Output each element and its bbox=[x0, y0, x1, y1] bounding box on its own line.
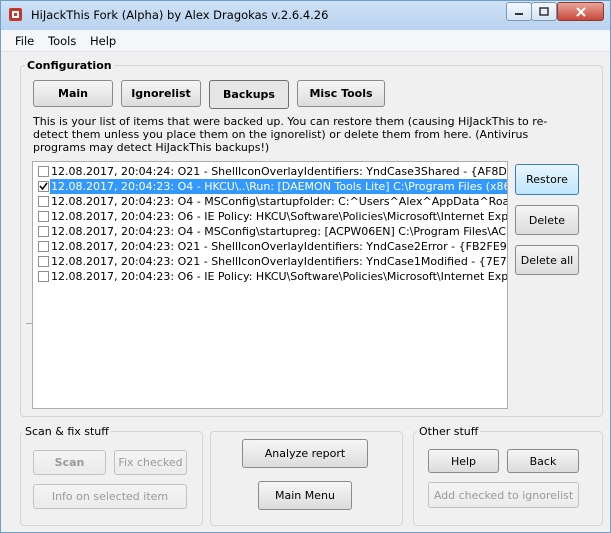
menu-bar: File Tools Help bbox=[1, 30, 610, 52]
list-item[interactable]: 12.08.2017, 20:04:23: O4 - MSConfig\star… bbox=[33, 194, 507, 209]
splitter-handle[interactable] bbox=[26, 323, 32, 324]
delete-all-button[interactable]: Delete all bbox=[515, 245, 579, 275]
scan-fix-label: Scan & fix stuff bbox=[23, 425, 111, 438]
close-icon bbox=[575, 6, 586, 17]
checkbox[interactable] bbox=[38, 271, 49, 282]
minimize-button[interactable] bbox=[506, 2, 532, 21]
delete-button[interactable]: Delete bbox=[515, 205, 579, 235]
backups-list[interactable]: 12.08.2017, 20:04:24: O21 - ShellIconOve… bbox=[32, 161, 508, 409]
main-menu-button[interactable]: Main Menu bbox=[258, 481, 352, 510]
restore-button[interactable]: Restore bbox=[515, 164, 579, 195]
list-item[interactable]: 12.08.2017, 20:04:24: O21 - ShellIconOve… bbox=[33, 164, 507, 179]
tab-misc-tools[interactable]: Misc Tools bbox=[297, 80, 385, 107]
other-stuff-label: Other stuff bbox=[417, 425, 481, 438]
fix-checked-button[interactable]: Fix checked bbox=[114, 450, 187, 475]
menu-tools[interactable]: Tools bbox=[48, 34, 76, 48]
maximize-button[interactable] bbox=[531, 2, 557, 21]
tab-backups[interactable]: Backups bbox=[209, 80, 289, 109]
list-item[interactable]: 12.08.2017, 20:04:23: O4 - MSConfig\star… bbox=[33, 224, 507, 239]
backups-description: This is your list of items that were bac… bbox=[33, 115, 548, 154]
checkbox[interactable] bbox=[38, 211, 49, 222]
title-bar[interactable]: HiJackThis Fork (Alpha) by Alex Dragokas… bbox=[1, 1, 610, 30]
hijackthis-app-icon bbox=[9, 8, 22, 21]
maximize-icon bbox=[539, 7, 549, 16]
list-item[interactable]: 12.08.2017, 20:04:23: O4 - HKCU\..\Run: … bbox=[33, 179, 507, 194]
checkbox[interactable] bbox=[38, 226, 49, 237]
tab-main[interactable]: Main bbox=[33, 80, 113, 107]
list-item[interactable]: 12.08.2017, 20:04:23: O21 - ShellIconOve… bbox=[33, 239, 507, 254]
checkbox[interactable] bbox=[38, 256, 49, 267]
checkmark-icon bbox=[39, 182, 48, 191]
main-window: HiJackThis Fork (Alpha) by Alex Dragokas… bbox=[0, 0, 611, 533]
analyze-report-button[interactable]: Analyze report bbox=[242, 439, 368, 468]
window-title: HiJackThis Fork (Alpha) by Alex Dragokas… bbox=[31, 8, 329, 22]
menu-file[interactable]: File bbox=[15, 34, 34, 48]
list-item[interactable]: 12.08.2017, 20:04:23: O21 - ShellIconOve… bbox=[33, 254, 507, 269]
help-button[interactable]: Help bbox=[428, 449, 499, 473]
tab-ignorelist[interactable]: Ignorelist bbox=[121, 80, 201, 107]
checkbox-checked[interactable] bbox=[38, 181, 49, 192]
info-selected-button[interactable]: Info on selected item bbox=[33, 484, 187, 509]
checkbox[interactable] bbox=[38, 166, 49, 177]
menu-help[interactable]: Help bbox=[90, 34, 116, 48]
scan-button[interactable]: Scan bbox=[33, 450, 106, 475]
back-button[interactable]: Back bbox=[507, 449, 579, 473]
other-stuff-group bbox=[413, 431, 603, 526]
checkbox[interactable] bbox=[38, 241, 49, 252]
scan-fix-group bbox=[20, 431, 203, 526]
close-button[interactable] bbox=[557, 2, 604, 21]
checkbox[interactable] bbox=[38, 196, 49, 207]
configuration-label: Configuration bbox=[25, 59, 114, 72]
add-to-ignorelist-button[interactable]: Add checked to ignorelist bbox=[428, 482, 579, 508]
minimize-icon bbox=[515, 12, 523, 15]
list-item[interactable]: 12.08.2017, 20:04:23: O6 - IE Policy: HK… bbox=[33, 209, 507, 224]
list-item[interactable]: 12.08.2017, 20:04:23: O6 - IE Policy: HK… bbox=[33, 269, 507, 284]
